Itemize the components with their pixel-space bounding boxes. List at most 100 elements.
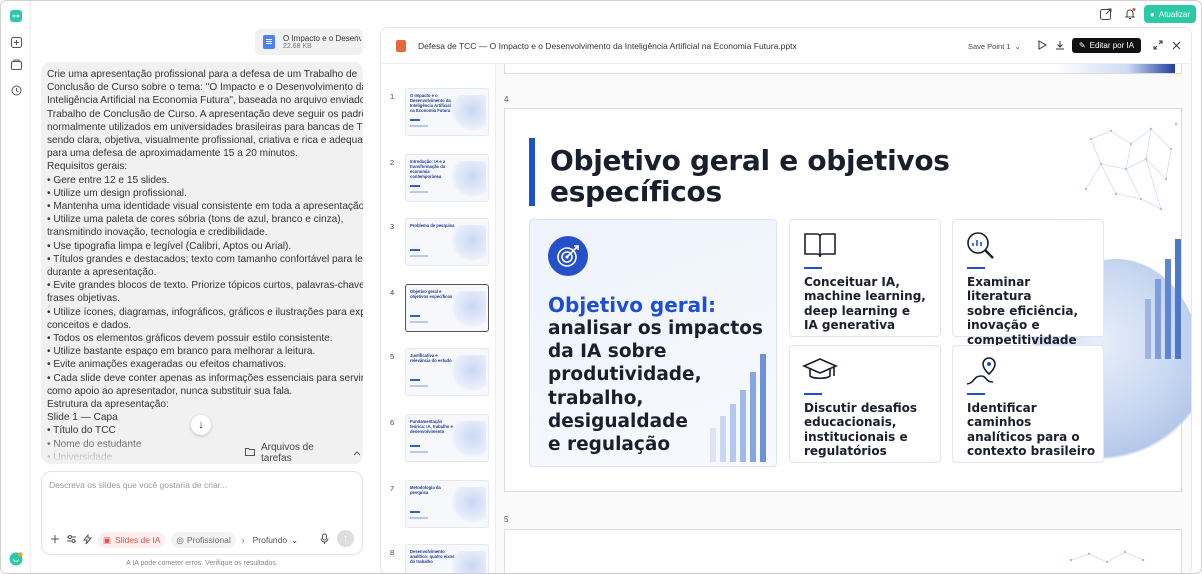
prompt-line: • Evite animações exageradas ou efeitos … <box>47 359 287 371</box>
prompt-line: normalmente utilizados em universidades … <box>47 121 363 133</box>
prompt-line: • Mantenha uma identidade visual consist… <box>47 201 363 213</box>
chevron-right-icon[interactable]: › <box>242 535 245 545</box>
viewer-header: Defesa de TCC — O Impacto e o Desenvolvi… <box>381 28 1191 64</box>
attachment-name: O Impacto e o Desenvo... <box>283 34 361 43</box>
slide-thumbnail[interactable]: Desenvolvimento analítico: quatro eixos … <box>405 544 489 573</box>
new-chat-icon[interactable] <box>8 34 24 50</box>
objective-card-line: regulatórios <box>804 444 887 459</box>
close-icon[interactable] <box>1170 39 1182 51</box>
chevron-down-icon: ⌄ <box>1014 41 1021 51</box>
slide-4[interactable]: Objetivo geral e objetivos específicos O… <box>504 108 1191 492</box>
expand-icon[interactable] <box>1152 39 1164 51</box>
prompt-line: • Títulos grandes e destacados; texto co… <box>47 253 363 265</box>
objective-card: Conceituar IA, machine learning, deep lear… <box>789 219 941 337</box>
objective-card-line: Identificar caminhos <box>967 401 1037 430</box>
thumbnail-title: Metodologia da pesquisa <box>410 485 441 495</box>
depth-select[interactable]: Profundo ⌄ <box>251 532 301 548</box>
notifications-bell-icon[interactable] <box>1122 6 1138 22</box>
mode-style-label: Profissional <box>186 535 231 545</box>
network-decoration <box>1069 550 1145 564</box>
objective-card-line: Conceituar IA, <box>804 275 900 289</box>
thumbnail-line <box>410 191 428 193</box>
share-icon[interactable] <box>1098 6 1114 22</box>
slide-thumbnail[interactable]: Introdução: IA e a transformação da econ… <box>405 154 489 202</box>
prompt-line: Estrutura da apresentação: <box>47 399 169 411</box>
thumbnail-decoration <box>452 421 486 459</box>
objective-line: analisar os impactos <box>548 318 763 339</box>
thumbnail-line <box>410 255 428 257</box>
arrow-up-icon: ↑ <box>343 533 348 544</box>
thumbnail-decoration <box>452 551 486 573</box>
download-icon[interactable] <box>1054 39 1066 51</box>
microphone-icon[interactable] <box>320 532 329 550</box>
upgrade-button[interactable]: ● Atualizar <box>1144 5 1196 23</box>
chevron-down-icon: ⌄ <box>291 534 299 545</box>
objective-card-text: Identificar caminhos analíticos para o con… <box>967 401 1097 459</box>
flash-icon[interactable] <box>82 533 93 547</box>
history-icon[interactable] <box>8 82 24 98</box>
depth-label: Profundo <box>252 535 288 545</box>
edit-with-ai-button[interactable]: ✎ Editar por IA <box>1072 38 1141 53</box>
thumbnail-line <box>410 125 428 127</box>
slide-thumbnail[interactable]: Justificativa e relevância do estudo <box>405 348 489 396</box>
play-icon[interactable] <box>1036 39 1048 51</box>
thumbnail-accent <box>410 185 420 187</box>
route-pin-icon <box>965 356 1001 386</box>
presentation-viewer: Defesa de TCC — O Impacto e o Desenvolvi… <box>380 27 1192 573</box>
projects-icon[interactable] <box>8 56 24 72</box>
slide-3-decoration <box>1055 64 1175 73</box>
thumbnail-accent <box>410 315 420 317</box>
slide-thumbnail[interactable]: Problema de pesquisa <box>405 218 489 266</box>
thumbnail-accent <box>410 511 420 513</box>
upgrade-icon: ● <box>1150 9 1155 19</box>
magnifier-chart-icon <box>965 230 1001 260</box>
title-accent-bar <box>529 138 535 206</box>
save-point-select[interactable]: Save Point 1 ⌄ <box>964 38 1025 54</box>
slide-thumbnail[interactable]: Metodologia da pesquisa <box>405 480 489 528</box>
prompt-composer[interactable]: Descreva os slides que você gostaria de … <box>41 471 363 555</box>
slide-thumbnail[interactable]: O Impacto e o Desenvolvimento da Intelig… <box>405 88 489 136</box>
account-icon[interactable] <box>8 551 24 567</box>
slide-thumbnail[interactable]: Objetivo geral e objetivos específicos <box>405 284 489 332</box>
slide-3-preview <box>504 64 1182 74</box>
objective-card-line: Examinar literatura <box>967 275 1032 304</box>
prompt-line: • Todos os elementos gráficos devem poss… <box>47 333 333 345</box>
thumbnail-accent <box>410 379 420 381</box>
tools-settings-icon[interactable] <box>66 534 77 546</box>
slide-title-line-1: Objetivo geral e objetivos <box>550 144 950 177</box>
objective-card-line: Discutir desafios <box>804 401 918 415</box>
document-icon <box>263 35 275 49</box>
mode-style-pill[interactable]: ◎ Profissional <box>171 532 236 548</box>
scroll-down-button[interactable]: ↓ <box>191 415 211 435</box>
slide-5-preview[interactable] <box>504 529 1182 573</box>
slide-thumbnail[interactable]: Fundamentação teórica: IA, trabalho e de… <box>405 414 489 462</box>
chevron-up-icon <box>353 448 361 459</box>
prompt-line: Inteligência Artificial na Economia Futu… <box>47 95 363 107</box>
app-window: ● Atualizar O Impacto e o Desenvo... 22.… <box>0 0 1202 574</box>
prompt-input[interactable]: Descreva os slides que você gostaria de … <box>49 480 227 490</box>
add-attachment-icon[interactable] <box>50 534 60 546</box>
pptx-file-icon <box>396 39 406 52</box>
send-button[interactable]: ↑ <box>337 530 354 547</box>
thumbnail-number: 1 <box>390 92 395 101</box>
edit-with-ai-label: Editar por IA <box>1089 41 1135 50</box>
thumbnail-decoration <box>452 291 486 329</box>
task-files-toggle[interactable]: Arquivos de tarefas <box>237 442 361 464</box>
general-objective-card: Objetivo geral: analisar os impactos da I… <box>529 219 777 467</box>
mode-slides-pill[interactable]: ▣ Slides de IA <box>98 532 166 548</box>
prompt-line: • Utilize uma paleta de cores sóbria (to… <box>47 214 344 226</box>
save-point-label: Save Point 1 <box>968 41 1011 51</box>
book-icon <box>802 230 838 260</box>
user-message-bubble: Crie uma apresentação profissional para … <box>41 62 363 464</box>
thumbnail-number: 7 <box>390 484 395 493</box>
upgrade-label: Atualizar <box>1158 9 1190 19</box>
attachment-chip[interactable]: O Impacto e o Desenvo... 22.68 KB <box>255 29 363 55</box>
thumbnail-accent <box>410 445 420 447</box>
left-rail <box>1 1 31 573</box>
slide-canvas: 4 Objetivo geral e objetivos específicos <box>496 64 1191 573</box>
thumbnail-line <box>410 451 428 453</box>
prompt-line: • Utilize ícones, diagramas, infográfico… <box>47 306 363 318</box>
objective-card-line: inovação e <box>967 318 1040 333</box>
objective-card-line: IA generativa <box>804 318 896 333</box>
thumbnail-accent <box>410 119 420 121</box>
